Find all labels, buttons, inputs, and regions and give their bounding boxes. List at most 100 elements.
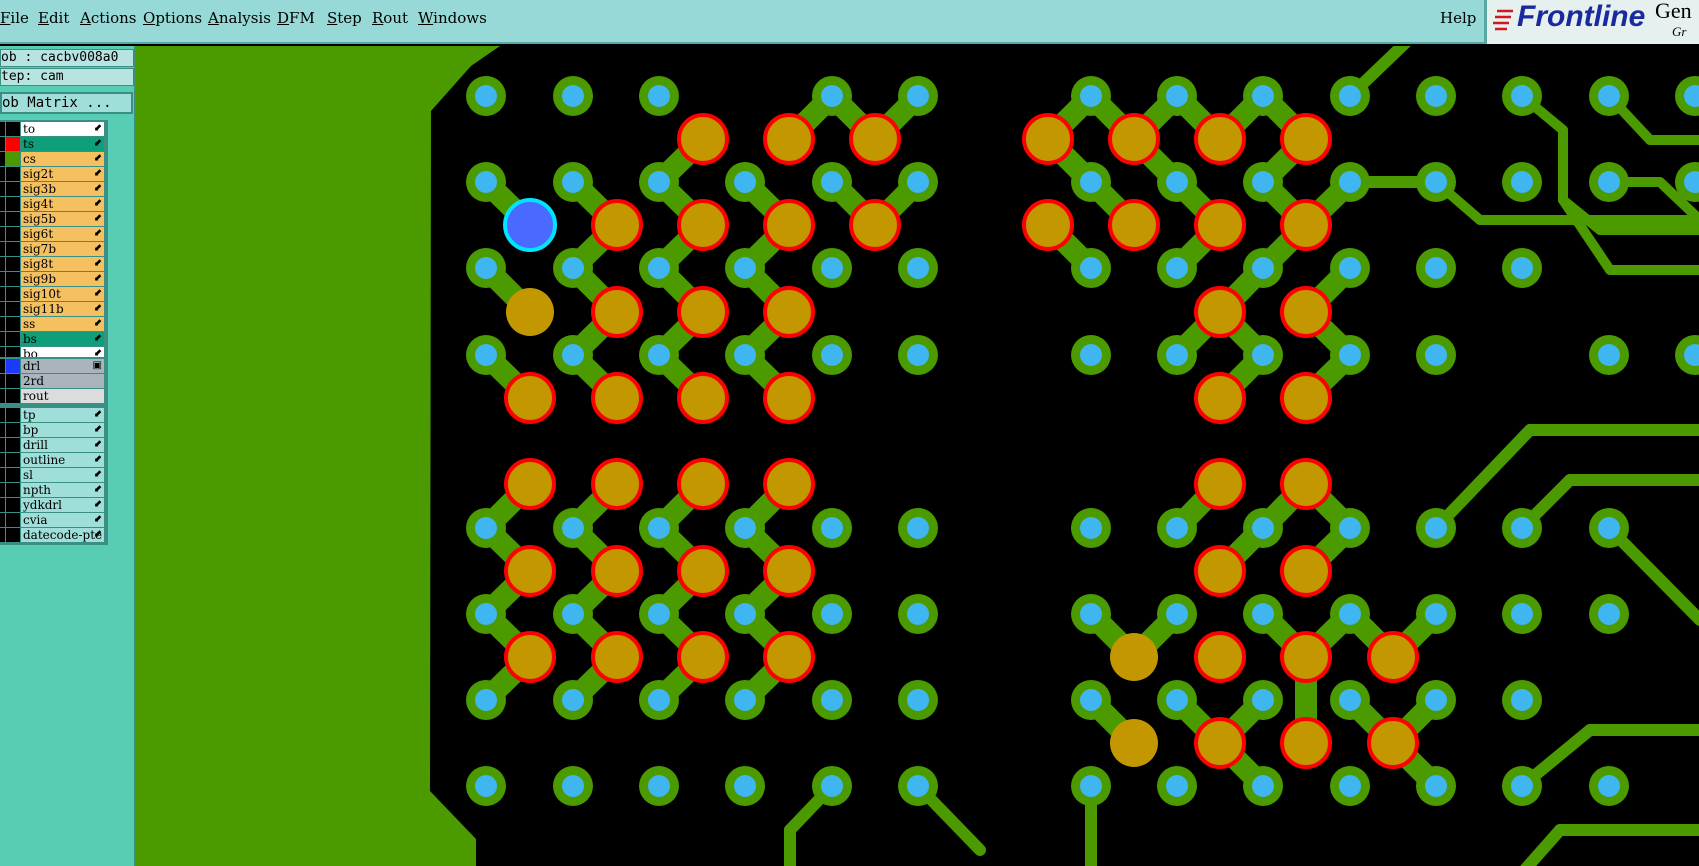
layer-row-outline[interactable]: outline ⬋ bbox=[0, 453, 108, 468]
layer-label[interactable]: sig10t ⬋ bbox=[21, 287, 104, 301]
layer-label[interactable]: bp ⬋ bbox=[21, 423, 104, 437]
layer-checkbox[interactable] bbox=[0, 453, 5, 467]
layer-label[interactable]: sig8t ⬋ bbox=[21, 257, 104, 271]
layer-label[interactable]: 2rd bbox=[21, 374, 104, 388]
layer-checkbox[interactable] bbox=[0, 137, 5, 151]
layer-color-swatch[interactable] bbox=[6, 152, 20, 166]
layer-color-swatch[interactable] bbox=[6, 272, 20, 286]
layer-checkbox[interactable] bbox=[0, 167, 5, 181]
layer-checkbox[interactable] bbox=[0, 317, 5, 331]
layer-row-ss[interactable]: ss ⬋ bbox=[0, 317, 108, 332]
layer-row-bp[interactable]: bp ⬋ bbox=[0, 423, 108, 438]
layer-row-sl[interactable]: sl ⬋ bbox=[0, 468, 108, 483]
layer-row-sig10t[interactable]: sig10t ⬋ bbox=[0, 287, 108, 302]
layer-label[interactable]: datecode-pte ⬋ bbox=[21, 528, 104, 542]
layer-checkbox[interactable] bbox=[0, 468, 5, 482]
layer-row-npth[interactable]: npth ⬋ bbox=[0, 483, 108, 498]
layer-checkbox[interactable] bbox=[0, 389, 5, 403]
layer-label[interactable]: sig2t ⬋ bbox=[21, 167, 104, 181]
layer-color-swatch[interactable] bbox=[6, 182, 20, 196]
layer-label[interactable]: cs ⬋ bbox=[21, 152, 104, 166]
layer-checkbox[interactable] bbox=[0, 122, 5, 136]
layer-color-swatch[interactable] bbox=[6, 483, 20, 497]
layer-row-drill[interactable]: drill ⬋ bbox=[0, 438, 108, 453]
pcb-canvas[interactable] bbox=[136, 46, 1699, 866]
layer-checkbox[interactable] bbox=[0, 528, 5, 542]
layer-checkbox[interactable] bbox=[0, 197, 5, 211]
layer-row-datecode-pte[interactable]: datecode-pte ⬋ bbox=[0, 528, 108, 543]
layer-label[interactable]: sig11b ⬋ bbox=[21, 302, 104, 316]
layer-color-swatch[interactable] bbox=[6, 374, 20, 388]
layer-label[interactable]: ts ⬋ bbox=[21, 137, 104, 151]
layer-color-swatch[interactable] bbox=[6, 287, 20, 301]
layer-label[interactable]: sl ⬋ bbox=[21, 468, 104, 482]
layer-row-to[interactable]: to ⬋ bbox=[0, 122, 108, 137]
layer-row-sig7b[interactable]: sig7b ⬋ bbox=[0, 242, 108, 257]
layer-color-swatch[interactable] bbox=[6, 137, 20, 151]
layer-row-2rd[interactable]: 2rd bbox=[0, 374, 108, 389]
layer-checkbox[interactable] bbox=[0, 498, 5, 512]
layer-label[interactable]: to ⬋ bbox=[21, 122, 104, 136]
menu-step[interactable]: Step bbox=[327, 9, 362, 27]
menu-options[interactable]: Options bbox=[143, 9, 202, 27]
layer-label[interactable]: ydkdrl ⬋ bbox=[21, 498, 104, 512]
layer-label[interactable]: sig9b ⬋ bbox=[21, 272, 104, 286]
layer-label[interactable]: sig5b ⬋ bbox=[21, 212, 104, 226]
layer-checkbox[interactable] bbox=[0, 212, 5, 226]
layer-color-swatch[interactable] bbox=[6, 332, 20, 346]
layer-color-swatch[interactable] bbox=[6, 408, 20, 422]
layer-row-drl[interactable]: drl ▣ bbox=[0, 359, 108, 374]
layer-checkbox[interactable] bbox=[0, 242, 5, 256]
menu-dfm[interactable]: DFM bbox=[277, 9, 315, 27]
layer-checkbox[interactable] bbox=[0, 408, 5, 422]
layer-row-sig11b[interactable]: sig11b ⬋ bbox=[0, 302, 108, 317]
layer-color-swatch[interactable] bbox=[6, 359, 20, 373]
menu-actions[interactable]: Actions bbox=[80, 9, 136, 27]
layer-color-swatch[interactable] bbox=[6, 389, 20, 403]
layer-row-ydkdrl[interactable]: ydkdrl ⬋ bbox=[0, 498, 108, 513]
layer-checkbox[interactable] bbox=[0, 257, 5, 271]
layer-row-sig3b[interactable]: sig3b ⬋ bbox=[0, 182, 108, 197]
layer-label[interactable]: sig6t ⬋ bbox=[21, 227, 104, 241]
layer-label[interactable]: cvia ⬋ bbox=[21, 513, 104, 527]
layer-row-bs[interactable]: bs ⬋ bbox=[0, 332, 108, 347]
layer-checkbox[interactable] bbox=[0, 423, 5, 437]
layer-color-swatch[interactable] bbox=[6, 423, 20, 437]
menu-windows[interactable]: Windows bbox=[418, 9, 487, 27]
layer-row-ts[interactable]: ts ⬋ bbox=[0, 137, 108, 152]
layer-row-cvia[interactable]: cvia ⬋ bbox=[0, 513, 108, 528]
menu-file[interactable]: File bbox=[0, 9, 29, 27]
layer-label[interactable]: bs ⬋ bbox=[21, 332, 104, 346]
layer-row-sig6t[interactable]: sig6t ⬋ bbox=[0, 227, 108, 242]
layer-checkbox[interactable] bbox=[0, 287, 5, 301]
layer-color-swatch[interactable] bbox=[6, 513, 20, 527]
menu-edit[interactable]: Edit bbox=[38, 9, 69, 27]
layer-checkbox[interactable] bbox=[0, 182, 5, 196]
layer-color-swatch[interactable] bbox=[6, 257, 20, 271]
layer-checkbox[interactable] bbox=[0, 152, 5, 166]
layer-row-sig8t[interactable]: sig8t ⬋ bbox=[0, 257, 108, 272]
layer-color-swatch[interactable] bbox=[6, 498, 20, 512]
layer-row-sig5b[interactable]: sig5b ⬋ bbox=[0, 212, 108, 227]
layer-color-swatch[interactable] bbox=[6, 468, 20, 482]
layer-row-sig4t[interactable]: sig4t ⬋ bbox=[0, 197, 108, 212]
layer-color-swatch[interactable] bbox=[6, 122, 20, 136]
layer-label[interactable]: ss ⬋ bbox=[21, 317, 104, 331]
layer-checkbox[interactable] bbox=[0, 272, 5, 286]
layer-label[interactable]: tp ⬋ bbox=[21, 408, 104, 422]
layer-row-cs[interactable]: cs ⬋ bbox=[0, 152, 108, 167]
layer-color-swatch[interactable] bbox=[6, 453, 20, 467]
menu-rout[interactable]: Rout bbox=[372, 9, 408, 27]
layer-color-swatch[interactable] bbox=[6, 438, 20, 452]
layer-checkbox[interactable] bbox=[0, 302, 5, 316]
layer-checkbox[interactable] bbox=[0, 513, 5, 527]
layer-label[interactable]: outline ⬋ bbox=[21, 453, 104, 467]
layer-row-sig2t[interactable]: sig2t ⬋ bbox=[0, 167, 108, 182]
layer-checkbox[interactable] bbox=[0, 483, 5, 497]
job-matrix-button[interactable]: ob Matrix ... bbox=[0, 92, 133, 114]
layer-color-swatch[interactable] bbox=[6, 212, 20, 226]
layer-checkbox[interactable] bbox=[0, 374, 5, 388]
layer-checkbox[interactable] bbox=[0, 227, 5, 241]
layer-label[interactable]: drill ⬋ bbox=[21, 438, 104, 452]
layer-color-swatch[interactable] bbox=[6, 528, 20, 542]
